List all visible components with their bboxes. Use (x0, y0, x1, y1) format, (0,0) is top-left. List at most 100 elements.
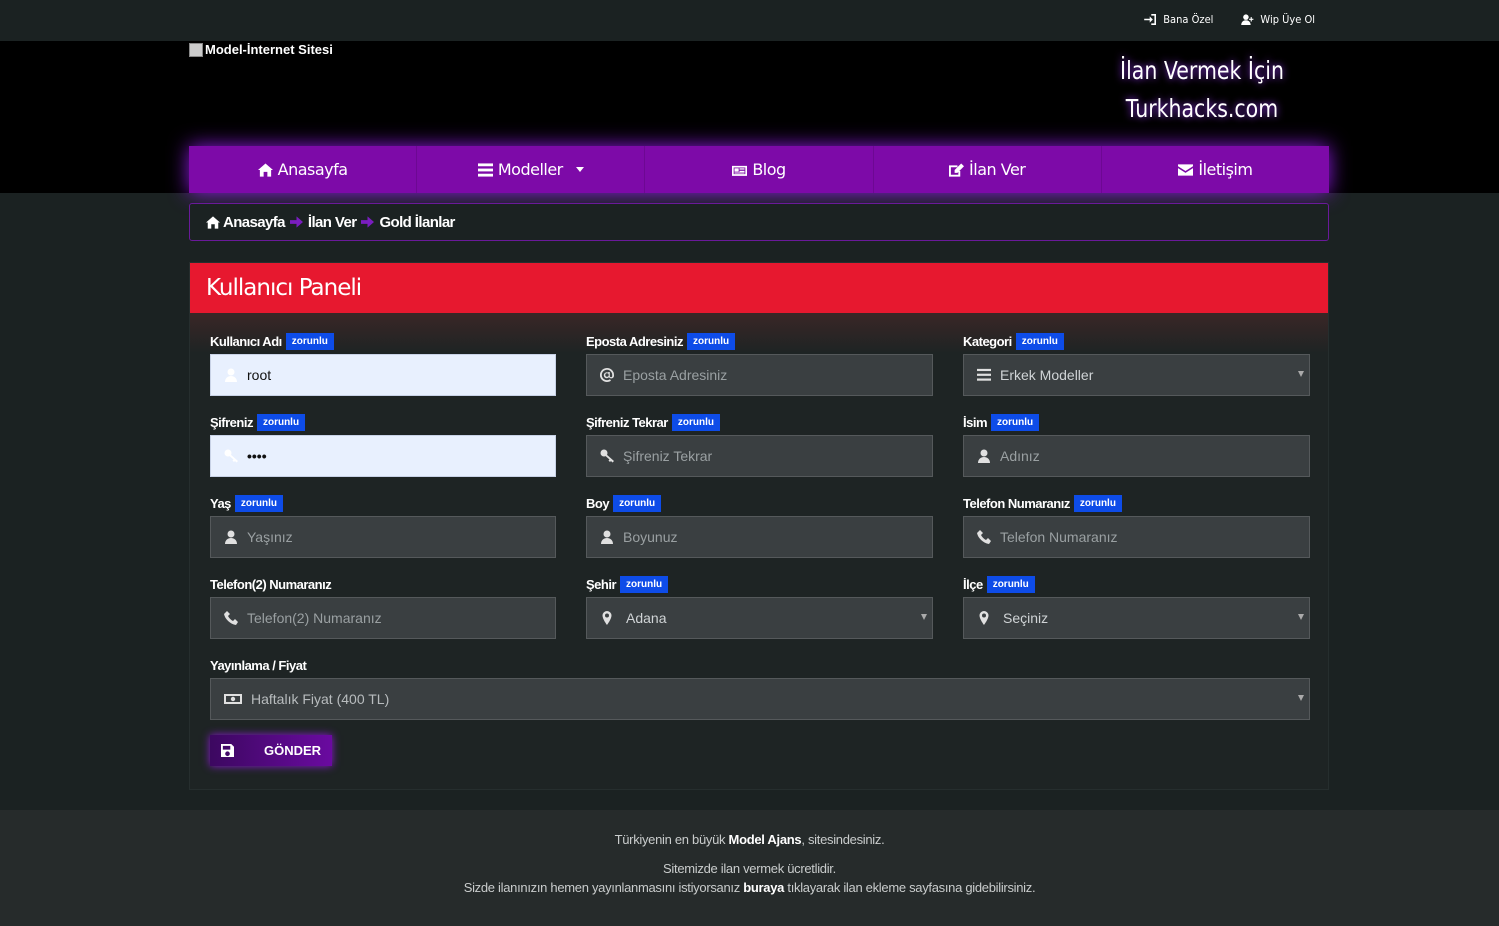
promo-banner[interactable]: İlan Vermek İçin Turkhacks.com (1118, 52, 1285, 128)
city-label: Şehir (586, 576, 617, 592)
user-icon (225, 368, 237, 382)
required-badge: zorunlu (285, 332, 334, 350)
at-icon (600, 368, 614, 382)
footer-here-link[interactable]: buraya (743, 880, 784, 895)
password-repeat-label: Şifreniz Tekrar (586, 414, 668, 430)
pricing-label: Yayınlama / Fiyat (210, 657, 307, 673)
breadcrumb-home[interactable]: Anasayfa (223, 214, 286, 231)
required-badge: zorunlu (1073, 494, 1122, 512)
nav-contact[interactable]: İletişim (1102, 146, 1329, 193)
phone-icon (977, 530, 991, 544)
promo-line-2: Turkhacks.com (1125, 94, 1279, 123)
required-badge: zorunlu (256, 413, 306, 431)
nav-post-ad[interactable]: İlan Ver (874, 146, 1102, 193)
required-badge: zorunlu (613, 494, 662, 512)
panel-title: Kullanıcı Paneli (190, 263, 1328, 313)
category-select[interactable]: Erkek Modeller (963, 354, 1310, 396)
password-repeat-field[interactable]: Şifreniz Tekrar (586, 435, 933, 477)
edit-icon (949, 162, 965, 177)
required-badge: zorunlu (671, 413, 720, 431)
vip-register-link[interactable]: Wip Üye Ol (1241, 13, 1315, 26)
city-select[interactable]: Adana (586, 597, 933, 639)
required-badge: zorunlu (1015, 332, 1064, 350)
required-badge: zorunlu (620, 575, 669, 593)
login-icon (1144, 14, 1157, 25)
user-icon (978, 449, 990, 463)
email-label: Eposta Adresiniz (586, 333, 683, 349)
list-icon (477, 162, 493, 177)
breadcrumb-post-ad[interactable]: İlan Ver (308, 214, 357, 231)
nav-home[interactable]: Anasayfa (189, 146, 418, 193)
password-field[interactable]: •••• (210, 435, 556, 477)
user-icon (601, 530, 613, 544)
money-icon (224, 694, 242, 704)
city-group: Şehir zorunlu Adana (586, 574, 933, 639)
promo-line-1: İlan Vermek İçin (1120, 56, 1284, 85)
newspaper-icon (732, 165, 748, 176)
pricing-select[interactable]: Haftalık Fiyat (400 TL) (210, 678, 1310, 720)
height-group: Boy zorunlu Boyunuz (586, 493, 933, 558)
top-bar: Bana Özel Wip Üye Ol (0, 0, 1499, 41)
category-label: Kategori (963, 333, 1012, 349)
phone-icon (224, 611, 238, 625)
district-group: İlçe zorunlu Seçiniz (963, 574, 1310, 639)
key-icon (600, 449, 614, 463)
phone-field[interactable]: Telefon Numaranız (963, 516, 1310, 558)
submit-button[interactable]: GÖNDER (210, 735, 332, 766)
my-account-link[interactable]: Bana Özel (1144, 13, 1213, 26)
key-icon (224, 449, 238, 463)
chevron-down-icon (1298, 614, 1304, 620)
breadcrumb: Anasayfa İlan Ver Gold İlanlar (189, 203, 1329, 241)
arrow-right-icon (289, 216, 303, 228)
name-label: İsim (963, 414, 988, 430)
chevron-down-icon (1298, 695, 1304, 701)
username-field[interactable]: root (210, 354, 556, 396)
district-select[interactable]: Seçiniz (963, 597, 1310, 639)
required-badge: zorunlu (986, 575, 1035, 593)
map-marker-icon (979, 611, 989, 625)
name-field[interactable]: Adınız (963, 435, 1310, 477)
height-field[interactable]: Boyunuz (586, 516, 933, 558)
footer-line-1: Türkiyenin en büyük Model Ajans, sitesin… (614, 832, 885, 847)
age-field[interactable]: Yaşınız (210, 516, 556, 558)
age-label: Yaş (210, 495, 231, 511)
required-badge: zorunlu (991, 413, 1040, 431)
footer-line-3: Sizde ilanınızın hemen yayınlanmasını is… (463, 880, 1036, 895)
site-logo[interactable]: Model-İnternet Sitesi (189, 42, 333, 57)
password-label: Şifreniz (210, 414, 253, 430)
user-panel: Kullanıcı Paneli Kullanıcı Adı zorunlu ro… (189, 262, 1329, 790)
nav-blog[interactable]: Blog (645, 146, 874, 193)
logo-alt-text: Model-İnternet Sitesi (205, 42, 333, 57)
save-icon (221, 744, 234, 757)
footer-line-2: Sitemizde ilan vermek ücretlidir. (663, 861, 836, 876)
email-group: Eposta Adresiniz zorunlu Eposta Adresiniz (586, 331, 933, 396)
main-nav: Anasayfa Modeller Blog İlan Ver İletişim (189, 146, 1329, 193)
home-icon (257, 162, 273, 177)
arrow-right-icon (361, 216, 375, 228)
nav-models[interactable]: Modeller (417, 146, 646, 193)
email-field[interactable]: Eposta Adresiniz (586, 354, 933, 396)
user-icon (225, 530, 237, 544)
phone2-field[interactable]: Telefon(2) Numaranız (210, 597, 556, 639)
chevron-down-icon (575, 167, 584, 172)
username-group: Kullanıcı Adı zorunlu root (210, 331, 556, 396)
list-icon (977, 368, 991, 381)
chevron-down-icon (1298, 371, 1304, 377)
chevron-down-icon (921, 614, 927, 620)
breadcrumb-current: Gold İlanlar (379, 213, 455, 231)
password-group: Şifreniz zorunlu •••• (210, 412, 556, 477)
top-links: Bana Özel Wip Üye Ol (1144, 13, 1315, 26)
broken-image-icon (189, 42, 203, 57)
name-group: İsim zorunlu Adınız (963, 412, 1310, 477)
footer: Türkiyenin en büyük Model Ajans, sitesin… (0, 810, 1499, 926)
envelope-icon (1178, 163, 1194, 176)
phone-label: Telefon Numaranız (963, 495, 1070, 511)
pricing-group: Yayınlama / Fiyat Haftalık Fiyat (400 TL… (210, 655, 1310, 720)
height-label: Boy (586, 495, 610, 511)
district-label: İlçe (963, 576, 983, 592)
map-marker-icon (602, 611, 612, 625)
category-group: Kategori zorunlu Erkek Modeller (963, 331, 1310, 396)
phone2-label: Telefon(2) Numaranız (210, 576, 332, 592)
required-badge: zorunlu (234, 494, 284, 512)
username-label: Kullanıcı Adı (210, 333, 282, 349)
